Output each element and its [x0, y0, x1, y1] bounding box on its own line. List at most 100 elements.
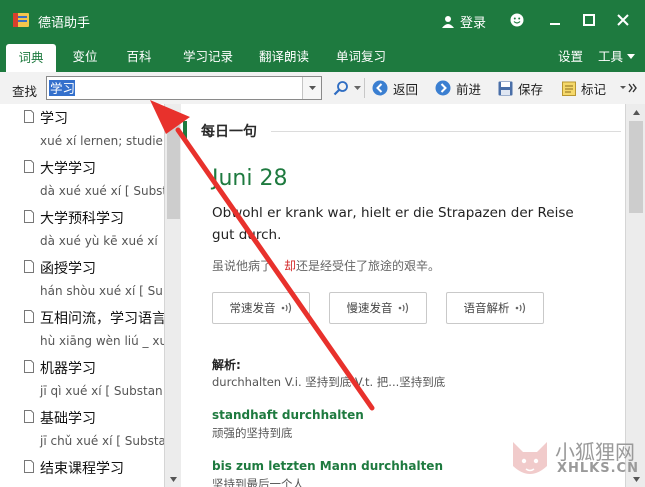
arrow-right-icon	[435, 80, 451, 96]
scrollbar-thumb[interactable]	[167, 121, 180, 219]
title-bar: 德语助手 登录	[0, 0, 645, 42]
sound-wave-icon	[281, 302, 291, 314]
daily-sentence-panel: 每日一句 Juni 28 Obwohl er krank war, hielt …	[181, 104, 625, 487]
tools-menu[interactable]: 工具	[598, 42, 636, 72]
tab-study-record[interactable]: 学习记录	[175, 42, 241, 72]
close-button[interactable]	[612, 8, 634, 32]
bookmark-label: 标记	[581, 81, 607, 97]
arrow-left-icon	[372, 80, 388, 96]
triangle-down-icon	[170, 476, 177, 482]
document-icon	[24, 260, 34, 273]
user-icon	[442, 16, 454, 28]
speech-analysis-audio-button[interactable]: 语音解析	[446, 292, 544, 324]
list-item[interactable]: 大学学习 dà xué xué xí [ Subst	[0, 154, 164, 204]
back-button[interactable]: 返回	[372, 79, 418, 97]
minimize-icon	[550, 23, 560, 25]
entry-pinyin: hán shòu xué xí [ Su	[40, 284, 163, 298]
settings-menu[interactable]: 设置	[558, 42, 583, 72]
search-input[interactable]	[48, 78, 302, 96]
tab-translate-read[interactable]: 翻译朗读	[251, 42, 317, 72]
login-label: 登录	[460, 16, 487, 31]
entry-headword: 大学学习	[40, 161, 96, 177]
minimize-button[interactable]	[544, 8, 566, 32]
magnifier-icon	[333, 81, 348, 96]
translation-highlight: ，却	[272, 259, 297, 273]
phrase-german: bis zum letzten Mann durchhalten	[212, 459, 443, 473]
entry-headword: 函授学习	[40, 261, 96, 277]
document-icon	[24, 160, 34, 173]
entry-pinyin: dà xué yù kē xué xí	[40, 234, 158, 248]
result-list-scrollbar[interactable]	[164, 104, 182, 487]
save-button[interactable]: 保存	[498, 79, 543, 97]
slow-speed-audio-button[interactable]: 慢速发音	[329, 292, 427, 324]
search-dropdown-button[interactable]	[302, 77, 321, 99]
slow-speed-label: 慢速发音	[346, 301, 393, 315]
chevron-down-icon	[354, 85, 361, 90]
normal-speed-label: 常速发音	[229, 301, 276, 315]
scrollbar-thumb[interactable]	[629, 121, 643, 213]
content-scrollbar[interactable]	[625, 104, 645, 487]
notepad-icon	[562, 81, 576, 96]
forward-label: 前进	[456, 81, 482, 97]
list-item[interactable]: 大学预科学习 dà xué yù kē xué xí	[0, 204, 164, 254]
phrase-chinese: 坚持到最后一个人	[212, 477, 304, 487]
entry-headword: 学习	[40, 111, 68, 127]
section-title: 每日一句	[183, 121, 257, 141]
analysis-line: durchhalten V.i. 坚持到底 V.t. 把...坚持到底	[212, 375, 446, 389]
search-combobox[interactable]	[46, 76, 322, 100]
maximize-button[interactable]	[578, 8, 600, 32]
bookmark-button[interactable]: 标记	[562, 79, 606, 97]
tab-word-review[interactable]: 单词复习	[328, 42, 394, 72]
floppy-disk-icon	[498, 81, 513, 95]
normal-speed-audio-button[interactable]: 常速发音	[212, 292, 310, 324]
tab-conjugation[interactable]: 变位	[63, 42, 107, 72]
document-icon	[24, 460, 34, 473]
sound-wave-icon	[398, 302, 408, 314]
daily-translation: 虽说他病了，却还是经受住了旅途的艰辛。	[212, 257, 440, 274]
speech-analysis-label: 语音解析	[463, 301, 510, 315]
smiley-icon	[510, 13, 524, 27]
entry-headword: 基础学习	[40, 411, 96, 427]
fox-logo-icon	[513, 442, 547, 474]
translation-prefix: 虽说他病了	[212, 259, 273, 273]
list-item[interactable]: 机器学习 jī qì xué xí [ Substan	[0, 354, 164, 404]
entry-headword: 机器学习	[40, 361, 96, 377]
entry-pinyin: hù xiāng wèn liú _ xu	[40, 334, 164, 348]
triangle-up-icon	[170, 109, 177, 115]
toolbar-overflow-button[interactable]	[620, 79, 638, 97]
document-icon	[24, 210, 34, 223]
list-item[interactable]: 基础学习 jī chǔ xué xí [ Substa	[0, 404, 164, 454]
entry-pinyin: jī chǔ xué xí [ Substa	[40, 434, 164, 448]
list-item[interactable]: 结束课程学习	[0, 454, 164, 487]
tab-dictionary[interactable]: 词典	[6, 44, 56, 72]
menu-bar: 词典 变位 百科 学习记录 翻译朗读 单词复习 设置 工具	[0, 42, 645, 72]
triangle-up-icon	[632, 109, 640, 115]
entry-pinyin: dà xué xué xí [ Subst	[40, 184, 164, 198]
translation-suffix: 还是经受住了旅途的艰辛。	[296, 259, 441, 273]
list-item[interactable]: 学习 xué xí lernen; studier	[0, 104, 164, 154]
document-icon	[24, 310, 34, 323]
site-watermark: 小狐狸网 XHLKS.CN	[505, 432, 645, 487]
search-button[interactable]	[333, 79, 361, 97]
save-label: 保存	[518, 81, 544, 97]
list-item[interactable]: 互相问流，学习语言 hù xiāng wèn liú _ xu	[0, 304, 164, 354]
result-list: 学习 xué xí lernen; studier 大学学习 dà xué xu…	[0, 104, 164, 487]
scroll-up-button[interactable]	[626, 104, 645, 120]
daily-sentence: Obwohl er krank war, hielt er die Strapa…	[212, 205, 574, 243]
entry-pinyin: xué xí lernen; studier	[40, 134, 164, 148]
tab-encyclopedia[interactable]: 百科	[117, 42, 161, 72]
section-divider	[271, 131, 621, 132]
entry-headword: 大学预科学习	[40, 211, 124, 227]
document-icon	[24, 110, 34, 123]
scroll-up-button[interactable]	[165, 104, 182, 120]
phrase-german: standhaft durchhalten	[212, 408, 364, 422]
login-button[interactable]: 登录	[442, 12, 486, 31]
skin-smiley-button[interactable]	[506, 8, 528, 32]
scroll-down-button[interactable]	[165, 471, 182, 487]
search-label: 查找	[12, 84, 38, 99]
app-title: 德语助手	[38, 16, 91, 31]
forward-button[interactable]: 前进	[435, 79, 481, 97]
app-book-icon	[13, 13, 29, 27]
analysis-title: 解析:	[212, 358, 241, 372]
list-item[interactable]: 函授学习 hán shòu xué xí [ Su	[0, 254, 164, 304]
